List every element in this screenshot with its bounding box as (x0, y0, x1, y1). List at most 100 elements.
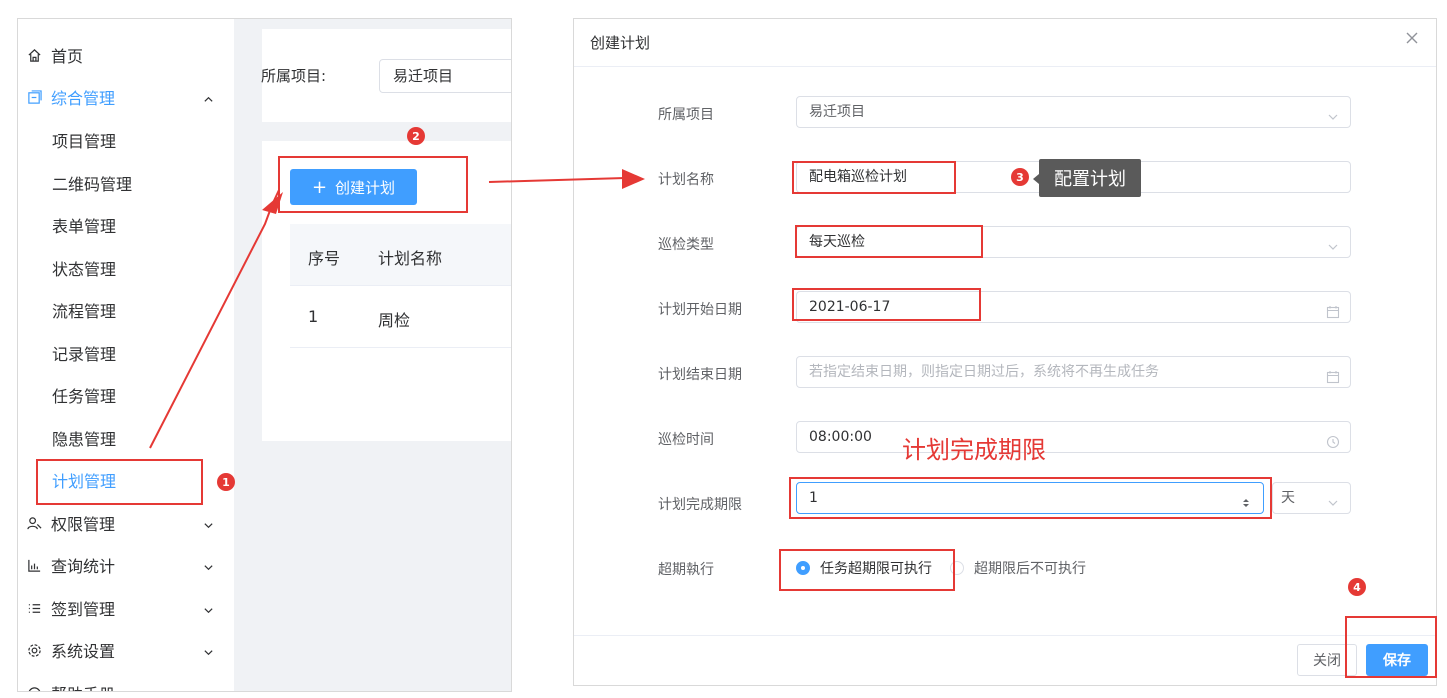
clock-icon (1326, 430, 1340, 449)
cell-no: 1 (308, 307, 319, 326)
project-value: 易迁项目 (809, 104, 865, 120)
cell-plan-name: 周检 (378, 311, 411, 330)
create-plan-button[interactable]: + 创建计划 (290, 169, 417, 205)
inspect-time-picker[interactable]: 08:00:00 (796, 421, 1351, 453)
sidebar-item-label: 状态管理 (52, 260, 117, 279)
sidebar-item-label: 记录管理 (52, 345, 117, 364)
dialog-close-button[interactable]: 关闭 (1297, 644, 1357, 676)
stepper-icon[interactable] (1239, 491, 1253, 507)
sidebar-item-checkin[interactable]: 签到管理 (18, 587, 234, 629)
chevron-up-icon (203, 90, 214, 109)
sidebar-subitem-plans[interactable]: 计划管理 (18, 459, 234, 501)
sidebar-subitem-project[interactable]: 项目管理 (18, 119, 234, 161)
sidebar-item-label: 帮助手册 (51, 681, 115, 691)
inspect-time-label: 巡检时间 (658, 432, 714, 448)
plan-name-value: 配电箱巡检计划 (809, 169, 907, 185)
sidebar-item-label: 权限管理 (51, 515, 116, 534)
sidebar-subitem-hazards[interactable]: 隐患管理 (18, 417, 234, 459)
sidebar-item-home[interactable]: 首页 (18, 34, 234, 76)
dialog-title: 创建计划 (590, 34, 651, 52)
radio-overdue-denied[interactable]: 超期限后不可执行 (950, 558, 1086, 578)
start-date-label: 计划开始日期 (658, 302, 742, 318)
dialog-save-button[interactable]: 保存 (1366, 644, 1428, 676)
project-label: 所属项目 (658, 107, 714, 123)
radio-dot (950, 561, 964, 575)
deadline-label: 计划完成期限 (658, 497, 742, 513)
deadline-value: 1 (809, 490, 818, 506)
end-date-picker[interactable]: 若指定结束日期，则指定日期过后，系统将不再生成任务 (796, 356, 1351, 388)
calendar-icon (1326, 365, 1340, 384)
sidebar: 首页 综合管理 项目管理 二维码管理 表单管理 状态管理 流程管理 记录管理 任… (18, 19, 234, 691)
deadline-unit-value: 天 (1281, 490, 1295, 506)
start-date-picker[interactable]: 2021-06-17 (796, 291, 1351, 323)
sidebar-subitem-workflow[interactable]: 流程管理 (18, 289, 234, 331)
start-date-value: 2021-06-17 (809, 299, 891, 315)
home-icon (26, 47, 42, 63)
deadline-number-input[interactable]: 1 (796, 482, 1264, 514)
content-area: 所属项目: 易迁项目 + 创建计划 序号 计划名称 1 周检 (234, 19, 511, 691)
sidebar-item-label: 计划管理 (52, 472, 117, 491)
sidebar-item-system[interactable]: 系统设置 (18, 629, 234, 671)
config-plan-tooltip: 配置计划 (1033, 159, 1141, 197)
gear-icon (26, 642, 42, 658)
radio-overdue-allowed[interactable]: 任务超期限可执行 (796, 558, 932, 578)
column-header-name: 计划名称 (378, 249, 443, 268)
step-badge-1: 1 (217, 473, 235, 491)
end-date-placeholder: 若指定结束日期，则指定日期过后，系统将不再生成任务 (809, 364, 1159, 380)
create-plan-dialog: 创建计划 所属项目 易迁项目 计划名称 配电箱巡检计划 巡检类型 每天巡检 计划… (573, 18, 1437, 686)
sidebar-item-permission[interactable]: 权限管理 (18, 502, 234, 544)
sidebar-subitem-tasks[interactable]: 任务管理 (18, 374, 234, 416)
plus-icon: + (311, 176, 328, 198)
deadline-unit-select[interactable]: 天 (1272, 482, 1351, 514)
radio-label: 任务超期限可执行 (820, 561, 932, 577)
help-icon (26, 685, 42, 691)
end-date-label: 计划结束日期 (658, 367, 742, 383)
sidebar-subitem-qrcode[interactable]: 二维码管理 (18, 162, 234, 204)
radio-label: 超期限后不可执行 (974, 561, 1086, 577)
plan-name-label: 计划名称 (658, 172, 714, 188)
sidebar-subitem-status[interactable]: 状态管理 (18, 247, 234, 289)
inspect-type-value: 每天巡检 (809, 234, 865, 250)
document-icon (26, 89, 42, 105)
inspect-time-value: 08:00:00 (809, 429, 872, 445)
bar-chart-icon (26, 557, 42, 573)
sidebar-item-label: 首页 (51, 47, 84, 66)
radio-dot (796, 561, 810, 575)
sidebar-subitem-records[interactable]: 记录管理 (18, 332, 234, 374)
sidebar-item-label: 综合管理 (51, 89, 116, 108)
chevron-down-icon (1326, 105, 1340, 120)
sidebar-item-label: 查询统计 (51, 557, 116, 576)
inspect-type-select[interactable]: 每天巡检 (796, 226, 1351, 258)
sidebar-subitem-form[interactable]: 表单管理 (18, 204, 234, 246)
user-key-icon (26, 515, 42, 531)
sidebar-item-label: 系统设置 (51, 642, 116, 661)
chevron-down-icon (1326, 235, 1340, 250)
sidebar-item-label: 流程管理 (52, 302, 117, 321)
sidebar-item-label: 任务管理 (52, 387, 117, 406)
chevron-down-icon (1326, 491, 1340, 521)
dialog-header: 创建计划 (574, 19, 1436, 67)
sidebar-item-help[interactable]: 帮助手册 (18, 672, 234, 691)
chevron-down-icon (203, 516, 214, 535)
chevron-down-icon (203, 601, 214, 620)
project-filter-label: 所属项目: (261, 67, 327, 85)
sidebar-item-query-stats[interactable]: 查询统计 (18, 544, 234, 586)
sidebar-item-label: 表单管理 (52, 217, 117, 236)
overdue-label: 超期執行 (658, 562, 714, 578)
sidebar-item-label: 签到管理 (51, 600, 116, 619)
close-icon[interactable] (1404, 30, 1422, 48)
table-header: 序号 计划名称 (290, 224, 511, 286)
step-badge-2: 2 (407, 127, 425, 145)
step-badge-3: 3 (1011, 168, 1029, 186)
chevron-down-icon (203, 558, 214, 577)
left-app-window: 首页 综合管理 项目管理 二维码管理 表单管理 状态管理 流程管理 记录管理 任… (17, 18, 512, 692)
sidebar-item-integrated[interactable]: 综合管理 (18, 76, 234, 118)
project-filter-select[interactable]: 易迁项目 (379, 59, 511, 93)
list-icon (26, 600, 42, 616)
sidebar-item-label: 二维码管理 (52, 175, 133, 194)
project-select[interactable]: 易迁项目 (796, 96, 1351, 128)
table-row[interactable]: 1 周检 (290, 286, 511, 348)
inspect-type-label: 巡检类型 (658, 237, 714, 253)
sidebar-item-label: 隐患管理 (52, 430, 117, 449)
calendar-icon (1326, 300, 1340, 319)
